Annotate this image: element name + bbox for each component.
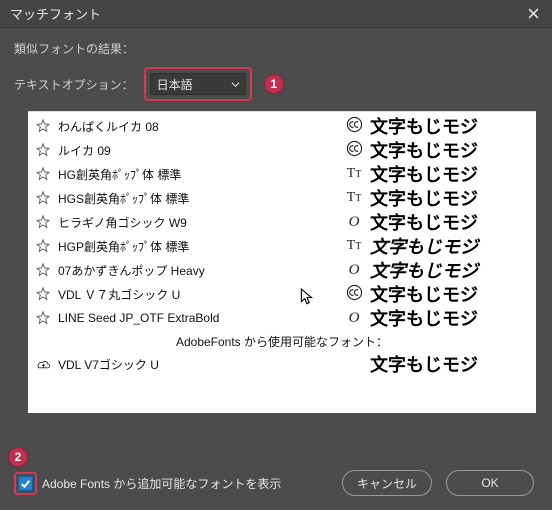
font-name: HGP創英角ﾎﾟｯﾌﾟ体 標準 [52,238,338,255]
cancel-button[interactable]: キャンセル [342,470,432,496]
callout-2: 2 [8,447,28,467]
font-type-icon [338,284,370,304]
font-name: VDL V7ゴシック U [52,356,338,373]
cloud-download-icon[interactable] [34,357,52,372]
font-type-icon: TT [338,190,370,206]
favorite-star-icon[interactable] [34,287,52,301]
font-type-icon: O [338,262,370,279]
ok-button[interactable]: OK [446,470,534,496]
font-sample: 文字もじモジ [370,351,530,377]
favorite-star-icon[interactable] [34,143,52,157]
font-row[interactable]: VDL Ｖ７丸ゴシック U 文字もじモジ [28,282,536,306]
font-name: HG創英角ﾎﾟｯﾌﾟ体 標準 [52,166,338,183]
font-sample: 文字もじモジ [370,161,530,187]
favorite-star-icon[interactable] [34,263,52,277]
font-row[interactable]: HGS創英角ﾎﾟｯﾌﾟ体 標準TT文字もじモジ [28,186,536,210]
font-type-icon [338,140,370,160]
favorite-star-icon[interactable] [34,167,52,181]
favorite-star-icon[interactable] [34,191,52,205]
select-value: 日本語 [157,76,193,93]
font-row[interactable]: VDL V7ゴシック U 文字もじモジ [28,352,536,376]
font-name: HGS創英角ﾎﾟｯﾌﾟ体 標準 [52,190,338,207]
font-row[interactable]: ルイカ 09 文字もじモジ [28,138,536,162]
results-label: 類似フォントの結果： [14,40,538,57]
font-row[interactable]: HGP創英角ﾎﾟｯﾌﾟ体 標準TT文字もじモジ [28,234,536,258]
close-icon[interactable] [520,3,546,25]
font-name: ルイカ 09 [52,142,338,159]
font-name: 07あかずきんポップ Heavy [52,262,338,279]
font-sample: 文字もじモジ [370,113,530,139]
adobe-fonts-section-label: AdobeFonts から使用可能なフォント： [28,330,536,352]
font-name: VDL Ｖ７丸ゴシック U [52,286,338,303]
text-option-label: テキストオプション： [14,76,134,93]
font-name: わんぱくルイカ 08 [52,118,338,135]
show-adobe-fonts-label: Adobe Fonts から追加可能なフォントを表示 [42,475,281,492]
favorite-star-icon[interactable] [34,311,52,325]
creative-cloud-icon [346,284,363,304]
callout-1: 1 [264,74,284,94]
font-type-icon: O [338,310,370,327]
font-sample: 文字もじモジ [370,281,530,307]
font-type-icon: O [338,214,370,231]
creative-cloud-icon [346,140,363,160]
font-row[interactable]: HG創英角ﾎﾟｯﾌﾟ体 標準TT文字もじモジ [28,162,536,186]
font-row[interactable]: わんぱくルイカ 08 文字もじモジ [28,114,536,138]
font-row[interactable]: LINE Seed JP_OTF ExtraBoldO文字もじモジ [28,306,536,330]
font-row[interactable]: 07あかずきんポップ HeavyO文字もじモジ [28,258,536,282]
font-row[interactable]: ヒラギノ角ゴシック W9O文字もじモジ [28,210,536,234]
creative-cloud-icon [346,116,363,136]
font-sample: 文字もじモジ [370,233,530,259]
font-type-icon: TT [338,166,370,182]
font-sample: 文字もじモジ [370,257,530,283]
font-name: ヒラギノ角ゴシック W9 [52,214,338,231]
favorite-star-icon[interactable] [34,239,52,253]
text-option-select[interactable]: 日本語 [150,73,246,95]
font-sample: 文字もじモジ [370,305,530,331]
favorite-star-icon[interactable] [34,119,52,133]
font-name: LINE Seed JP_OTF ExtraBold [52,311,338,325]
font-sample: 文字もじモジ [370,185,530,211]
dialog-title: マッチフォント [10,4,520,23]
font-results-list: わんぱくルイカ 08文字もじモジルイカ 09文字もじモジHG創英角ﾎﾟｯﾌﾟ体 … [28,111,536,413]
font-sample: 文字もじモジ [370,209,530,235]
font-type-icon [338,116,370,136]
font-sample: 文字もじモジ [370,137,530,163]
chevron-down-icon [231,81,240,88]
favorite-star-icon[interactable] [34,215,52,229]
show-adobe-fonts-checkbox[interactable] [18,476,33,491]
checkbox-highlight [14,472,37,495]
font-type-icon: TT [338,238,370,254]
text-option-highlight: 日本語 [144,67,252,101]
check-icon [20,478,31,489]
